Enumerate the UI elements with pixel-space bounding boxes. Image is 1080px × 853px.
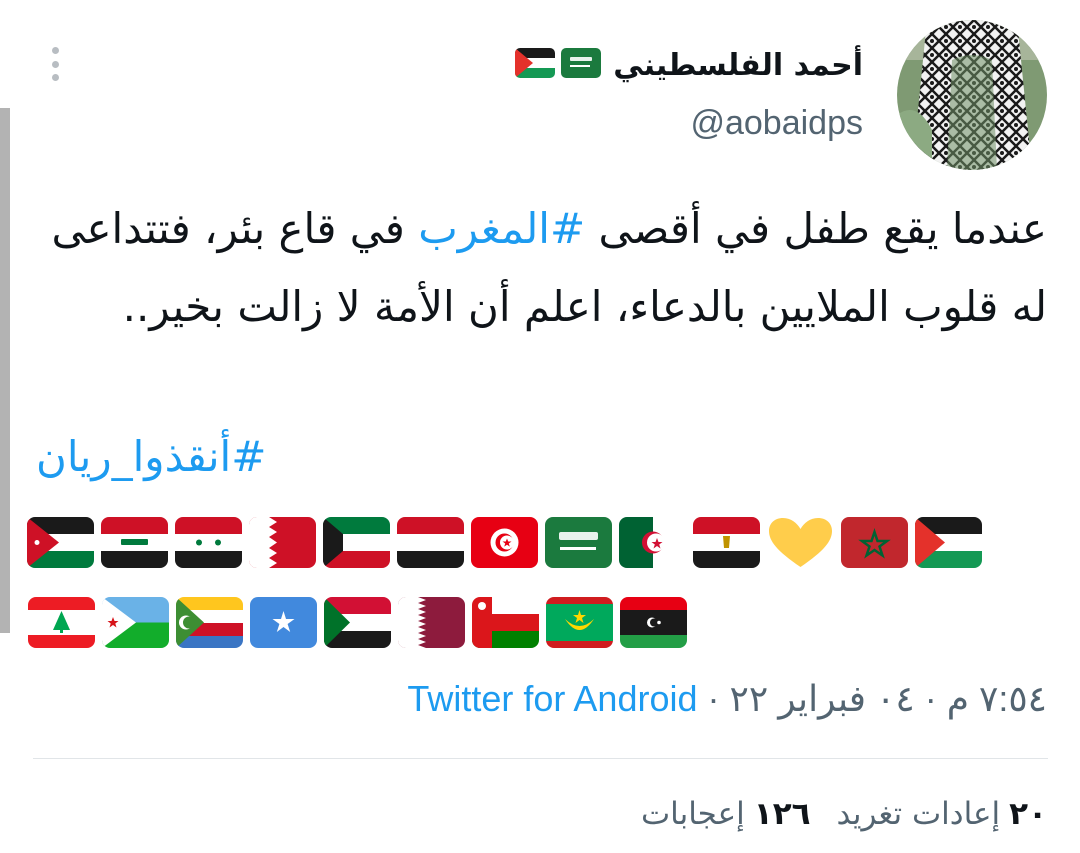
oman-flag-icon xyxy=(472,597,539,648)
tweet-source-link[interactable]: Twitter for Android xyxy=(407,678,697,720)
likes-count: ١٢٦ xyxy=(753,796,811,832)
iraq-flag-icon xyxy=(101,517,168,568)
qatar-flag-icon xyxy=(398,597,465,648)
palestine-flag-icon xyxy=(915,517,982,568)
tweet-stats-row: ٢٠ إعادات تغريد ١٢٦ إعجابات xyxy=(641,796,1047,832)
author-handle[interactable]: @aobaidps xyxy=(690,104,863,143)
syria-flag-icon xyxy=(175,517,242,568)
saudi-arabia-flag-icon xyxy=(561,48,602,82)
tweet-time: ٧:٥٤ م xyxy=(946,678,1047,719)
palestine-flag-icon xyxy=(515,48,556,82)
yellow-heart-icon xyxy=(767,517,834,568)
meta-separator: · xyxy=(924,678,937,719)
yemen-flag-icon xyxy=(397,517,464,568)
kuwait-flag-icon xyxy=(323,517,390,568)
tweet-text-part1: عندما يقع طفل في أقصى xyxy=(585,204,1047,253)
algeria-flag-icon xyxy=(619,517,686,568)
sudan-flag-icon xyxy=(324,597,391,648)
hashtag-link-maghrib[interactable]: #المغرب xyxy=(418,204,585,253)
bahrain-flag-icon xyxy=(249,517,316,568)
tweet-text: عندما يقع طفل في أقصى #المغرب في قاع بئر… xyxy=(37,190,1047,346)
retweets-label: إعادات تغريد xyxy=(836,796,1001,832)
avatar[interactable] xyxy=(897,20,1047,170)
more-options-icon[interactable] xyxy=(44,44,66,84)
djibouti-flag-icon xyxy=(102,597,169,648)
avatar-keffiyeh-icon xyxy=(897,20,1047,170)
likes-stat[interactable]: ١٢٦ إعجابات xyxy=(641,796,811,832)
tweet-date: ٠٤ فبراير ٢٢ xyxy=(729,678,915,719)
tweet-meta-row: ٧:٥٤ م · ٠٤ فبراير ٢٢ · Twitter for Andr… xyxy=(407,678,1047,720)
retweets-count: ٢٠ xyxy=(1009,796,1047,832)
jordan-flag-icon xyxy=(27,517,94,568)
somalia-flag-icon xyxy=(250,597,317,648)
saudi-arabia-flag-icon xyxy=(545,517,612,568)
author-name-flags xyxy=(515,48,602,82)
author-name-row: أحمد الفلسطيني xyxy=(515,40,863,90)
comoros-flag-icon xyxy=(176,597,243,648)
scroll-indicator xyxy=(0,108,10,633)
retweets-stat[interactable]: ٢٠ إعادات تغريد xyxy=(837,796,1047,832)
flag-emoji-row-1 xyxy=(27,517,982,568)
divider xyxy=(33,758,1048,759)
likes-label: إعجابات xyxy=(640,796,745,832)
libya-flag-icon xyxy=(620,597,687,648)
morocco-flag-icon xyxy=(841,517,908,568)
mauritania-flag-icon xyxy=(546,597,613,648)
author-display-name[interactable]: أحمد الفلسطيني xyxy=(613,48,863,83)
tunisia-flag-icon xyxy=(471,517,538,568)
meta-separator: · xyxy=(707,678,720,719)
lebanon-flag-icon xyxy=(28,597,95,648)
flag-emoji-row-2 xyxy=(28,597,687,648)
hashtag-link-rayan[interactable]: #أنقذوا_ريان xyxy=(36,422,266,492)
egypt-flag-icon xyxy=(693,517,760,568)
